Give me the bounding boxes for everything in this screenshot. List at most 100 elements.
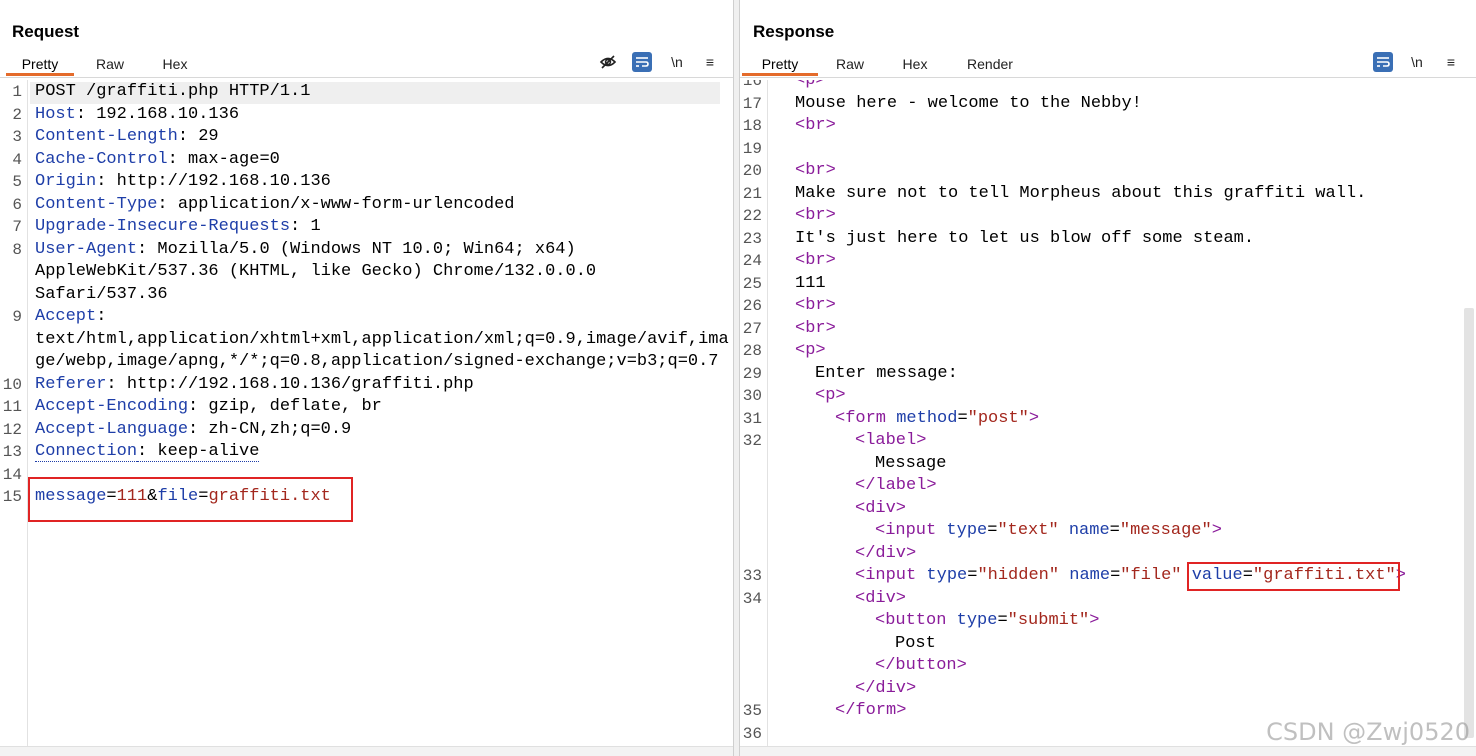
code-line: 28 <p> xyxy=(740,340,1476,362)
code-text: Make sure not to tell Morpheus about thi… xyxy=(795,183,1366,205)
code-line: </div> xyxy=(740,678,1476,700)
horizontal-scrollbar[interactable] xyxy=(0,746,733,756)
code-token: <p> xyxy=(795,80,826,90)
code-line: 21 Make sure not to tell Morpheus about t… xyxy=(740,183,1476,205)
hamburger-icon[interactable]: ≡ xyxy=(700,52,720,72)
code-token: <form xyxy=(835,408,897,428)
code-line: 32 <label> xyxy=(740,430,1476,452)
code-line: 16 <p> xyxy=(740,80,1476,92)
code-token: <input xyxy=(875,521,947,540)
code-text: Content-Type: application/x-www-form-url… xyxy=(35,194,514,216)
code-token: Post xyxy=(895,633,936,653)
tab-render[interactable]: Render xyxy=(948,54,1032,76)
line-number: 4 xyxy=(12,150,22,169)
code-token: "message" xyxy=(1119,521,1212,540)
line-number: 1 xyxy=(12,83,22,101)
tab-raw[interactable]: Raw xyxy=(74,54,146,76)
code-token: > xyxy=(1028,408,1040,428)
code-line: 18 <br> xyxy=(740,115,1476,137)
line-number: 22 xyxy=(742,207,762,225)
code-token: : 1 xyxy=(290,217,321,236)
request-editor[interactable]: 1 POST /graffiti.php HTTP/1.1 2 Host: 192.1… xyxy=(0,80,733,746)
tab-pretty[interactable]: Pretty xyxy=(742,54,818,76)
tab-hex[interactable]: Hex xyxy=(146,54,204,76)
code-token: Content-Length xyxy=(35,127,178,146)
code-line: 27 <br> xyxy=(740,318,1476,340)
tab-pretty[interactable]: Pretty xyxy=(6,54,74,76)
line-number: 24 xyxy=(742,252,762,270)
code-token: Accept-Encoding xyxy=(35,397,189,416)
code-token: Cache-Control xyxy=(35,149,168,169)
code-token: "text" xyxy=(997,521,1059,540)
code-token: > xyxy=(1089,611,1100,630)
code-token: Connection xyxy=(35,442,138,462)
line-number: 13 xyxy=(2,443,22,461)
code-text: <input type="text" name="message"> xyxy=(875,520,1222,542)
line-number: 11 xyxy=(2,398,22,416)
line-number: 2 xyxy=(12,105,22,124)
code-text: Safari/537.36 xyxy=(35,284,168,306)
line-number: 14 xyxy=(2,465,22,484)
line-number: 18 xyxy=(742,117,762,135)
code-text: </div> xyxy=(855,543,916,565)
wrap-icon[interactable] xyxy=(632,52,652,72)
code-token: "post" xyxy=(967,408,1029,428)
code-text: Content-Length: 29 xyxy=(35,126,219,148)
line-number: 27 xyxy=(742,319,762,338)
code-line: 8 User-Agent: Mozilla/5.0 (Windows NT 10.… xyxy=(0,239,733,261)
code-token: Make sure not to tell Morpheus about thi… xyxy=(795,183,1367,203)
code-token: <br> xyxy=(795,296,836,315)
code-line: 23 It's just here to let us blow off some… xyxy=(740,228,1476,250)
vertical-scrollbar[interactable] xyxy=(1464,308,1474,738)
code-text: ge/webp,image/apng,*/*;q=0.8,application… xyxy=(35,351,719,373)
code-text: <p> xyxy=(795,80,826,92)
hamburger-icon[interactable]: ≡ xyxy=(1441,52,1461,72)
code-line: 12 Accept-Language: zh-CN,zh;q=0.9 xyxy=(0,419,733,441)
code-token: = xyxy=(987,521,998,540)
code-token: : xyxy=(96,307,107,326)
code-line: 4 Cache-Control: max-age=0 xyxy=(0,149,733,171)
code-text: </label> xyxy=(855,475,937,497)
code-token: <br> xyxy=(795,318,836,338)
code-text: Cache-Control: max-age=0 xyxy=(35,149,280,171)
line-number: 33 xyxy=(742,567,762,585)
code-line: 19 xyxy=(740,138,1476,160)
line-number: 8 xyxy=(12,240,22,259)
code-token: <br> xyxy=(795,206,836,225)
code-token: <button xyxy=(875,611,957,630)
code-token: Origin xyxy=(35,172,97,191)
code-text: </button> xyxy=(875,655,967,677)
code-line: <button type="submit"> xyxy=(740,610,1476,632)
wrap-icon[interactable] xyxy=(1373,52,1393,72)
code-text: <br> xyxy=(795,318,836,340)
code-text: <form method="post"> xyxy=(835,408,1039,430)
newline-toggle[interactable]: \n xyxy=(667,52,687,72)
code-text: <label> xyxy=(855,430,926,452)
code-token: Referer xyxy=(35,374,107,394)
code-token: Content-Type xyxy=(35,194,158,214)
line-number: 28 xyxy=(742,342,762,360)
tab-divider xyxy=(0,77,733,78)
tab-hex[interactable]: Hex xyxy=(882,54,948,76)
code-token: 111 xyxy=(795,273,826,293)
code-token: Host xyxy=(35,104,76,124)
code-text: <br> xyxy=(795,205,836,227)
code-token: type xyxy=(956,611,998,630)
code-line: ge/webp,image/apng,*/*;q=0.8,application… xyxy=(0,351,733,373)
code-token: <div> xyxy=(855,498,907,518)
code-token: </div> xyxy=(855,678,917,698)
newline-toggle[interactable]: \n xyxy=(1407,52,1427,72)
code-text: Host: 192.168.10.136 xyxy=(35,104,239,126)
code-token: : gzip, deflate, br xyxy=(188,397,382,416)
line-number: 3 xyxy=(12,128,22,146)
code-token: <div> xyxy=(855,588,907,608)
line-number: 10 xyxy=(2,375,22,394)
code-token: Mouse here - welcome to the Nebby! xyxy=(795,93,1142,113)
horizontal-scrollbar[interactable] xyxy=(740,746,1476,756)
tab-raw[interactable]: Raw xyxy=(818,54,882,76)
eye-off-icon[interactable] xyxy=(598,52,618,72)
code-token: method xyxy=(896,408,958,428)
code-text: <br> xyxy=(795,295,836,317)
response-editor[interactable]: 16 <p> 17 Mouse here - welcome to the Nebby… xyxy=(740,80,1476,746)
